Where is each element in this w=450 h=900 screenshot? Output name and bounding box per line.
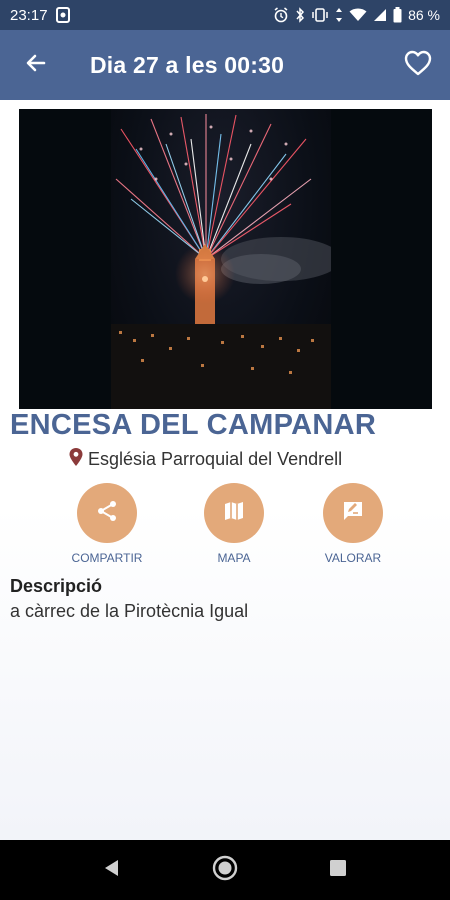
- share-circle[interactable]: [77, 483, 137, 543]
- battery-icon: [393, 7, 402, 23]
- data-icon: [335, 7, 343, 23]
- event-photo: [19, 109, 432, 409]
- event-location: Església Parroquial del Vendrell: [68, 447, 342, 472]
- nav-home-button[interactable]: [195, 840, 255, 900]
- status-bar: 23:17 86 %: [0, 0, 450, 30]
- location-label: Església Parroquial del Vendrell: [88, 449, 343, 469]
- nav-back-button[interactable]: [82, 840, 142, 900]
- wifi-icon: [349, 8, 367, 22]
- rate-icon: [341, 499, 365, 528]
- recents-square-icon: [328, 858, 348, 883]
- bluetooth-icon: [295, 7, 305, 23]
- home-circle-icon: [212, 855, 238, 886]
- rate-button[interactable]: VALORAR: [303, 483, 403, 565]
- back-button[interactable]: [8, 30, 64, 100]
- map-label: MAPA: [217, 551, 251, 565]
- share-label: COMPARTIR: [71, 551, 143, 565]
- event-title: ENCESA DEL CAMPANAR: [10, 409, 377, 441]
- map-button[interactable]: MAPA: [184, 483, 284, 565]
- battery-percent: 86 %: [408, 7, 440, 23]
- nav-recents-button[interactable]: [308, 840, 368, 900]
- page-title: Dia 27 a les 00:30: [90, 52, 285, 78]
- system-nav-bar: [0, 840, 450, 900]
- arrow-back-icon: [24, 51, 48, 80]
- status-time: 23:17: [10, 6, 48, 24]
- app-bar: Dia 27 a les 00:30: [0, 30, 450, 100]
- action-buttons: COMPARTIR MAPA VALORAR: [0, 483, 450, 565]
- notification-app-icon: [55, 7, 70, 23]
- location-pin-icon: [68, 447, 84, 472]
- fireworks-photo: [111, 109, 341, 409]
- description-heading: Descripció: [10, 576, 103, 596]
- vibrate-icon: [311, 7, 329, 23]
- back-triangle-icon: [102, 858, 122, 883]
- heart-outline-icon: [404, 50, 432, 81]
- alarm-icon: [273, 7, 289, 23]
- map-circle[interactable]: [204, 483, 264, 543]
- description-text: a càrrec de la Pirotècnia Igual: [10, 601, 249, 621]
- rate-label: VALORAR: [324, 551, 382, 565]
- event-detail: ENCESA DEL CAMPANAR Església Parroquial …: [0, 100, 450, 840]
- favorite-button[interactable]: [390, 30, 446, 100]
- signal-icon: [373, 8, 387, 22]
- map-icon: [222, 499, 246, 528]
- share-button[interactable]: COMPARTIR: [57, 483, 157, 565]
- share-icon: [95, 499, 119, 528]
- rate-circle[interactable]: [323, 483, 383, 543]
